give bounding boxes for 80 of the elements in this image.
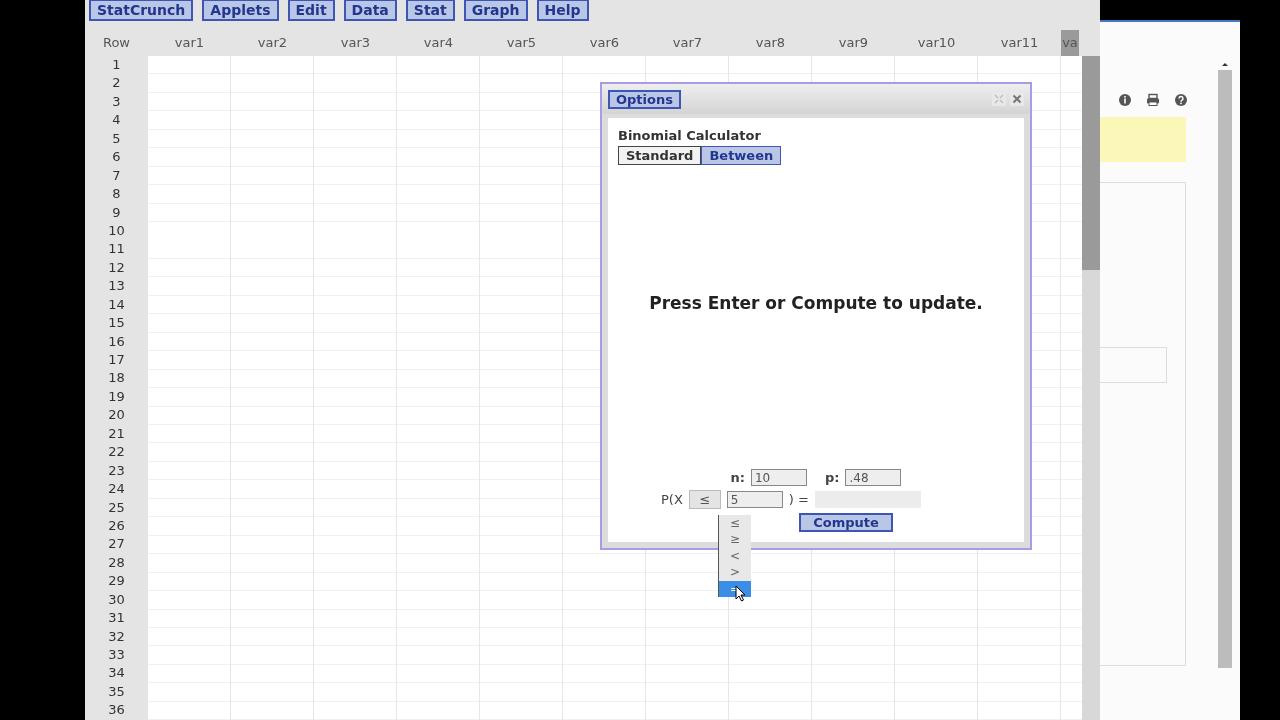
row-number: 35 xyxy=(107,682,126,701)
column-header: va xyxy=(1061,30,1079,56)
column-header: var9 xyxy=(837,34,870,52)
column-header: var3 xyxy=(339,34,372,52)
n-field[interactable]: 10 xyxy=(750,469,807,486)
row-number: 11 xyxy=(107,240,126,259)
row-number: 31 xyxy=(107,609,126,628)
column-header: var6 xyxy=(588,34,621,52)
row-number: 5 xyxy=(111,129,122,148)
column-header: var4 xyxy=(422,34,455,52)
p-label: p: xyxy=(824,470,840,485)
menu-button[interactable]: Graph xyxy=(463,0,528,21)
row-number: 33 xyxy=(107,646,126,664)
row-number: 1 xyxy=(111,56,122,74)
row-number: 29 xyxy=(107,572,126,591)
menu-button[interactable]: Data xyxy=(343,0,397,21)
column-header: var1 xyxy=(173,34,206,52)
operator-option[interactable]: < xyxy=(719,547,751,565)
row-number: 27 xyxy=(107,535,126,554)
row-number: 12 xyxy=(107,258,126,277)
row-number: 2 xyxy=(111,74,122,93)
operator-option[interactable]: ≤ xyxy=(719,515,751,532)
row-number: 28 xyxy=(107,553,126,572)
equals-label: ) = xyxy=(788,492,809,507)
compute-button[interactable]: Compute xyxy=(799,513,893,532)
row-number: 6 xyxy=(111,148,122,167)
row-number: 15 xyxy=(107,314,126,333)
row-number: 23 xyxy=(107,461,126,480)
info-icon[interactable] xyxy=(1118,93,1132,107)
column-header: var8 xyxy=(754,34,787,52)
row-number: 21 xyxy=(107,424,126,443)
print-icon[interactable] xyxy=(1146,93,1160,107)
row-number: 13 xyxy=(107,277,126,296)
menu-button[interactable]: Edit xyxy=(287,0,335,21)
calculator-heading: Binomial Calculator xyxy=(618,128,762,143)
probability-label: P(X xyxy=(661,492,683,507)
help-icon[interactable] xyxy=(1174,93,1188,107)
row-number: 17 xyxy=(107,351,126,369)
row-number: 34 xyxy=(107,664,126,683)
column-header: Row xyxy=(101,34,131,52)
column-header: var10 xyxy=(916,34,957,52)
row-number: 19 xyxy=(107,387,126,406)
scrollbar[interactable] xyxy=(1082,56,1100,720)
column-header: var2 xyxy=(256,34,289,52)
mode-tab[interactable]: Between xyxy=(701,146,782,165)
column-header: var11 xyxy=(999,34,1040,52)
row-number: 14 xyxy=(107,295,126,314)
operator-option[interactable]: ≥ xyxy=(719,531,751,548)
n-label: n: xyxy=(730,470,745,485)
mode-tab[interactable]: Standard xyxy=(618,146,702,165)
operator-select[interactable]: ≤ xyxy=(688,490,721,509)
dialog-title: Options xyxy=(608,89,681,109)
menu-button[interactable]: Help xyxy=(536,0,589,21)
row-number: 3 xyxy=(111,92,122,111)
row-number: 8 xyxy=(111,185,122,204)
operator-option[interactable]: > xyxy=(719,564,751,581)
column-header: var7 xyxy=(671,34,704,52)
p-field[interactable]: .48 xyxy=(845,469,902,486)
menu-button[interactable]: Stat xyxy=(405,0,455,21)
row-number: 32 xyxy=(107,627,126,646)
row-number: 10 xyxy=(107,221,126,240)
row-number: 18 xyxy=(107,369,126,388)
row-number: 9 xyxy=(111,203,122,222)
menu-button[interactable]: StatCrunch xyxy=(89,0,194,21)
row-number: 24 xyxy=(107,480,126,499)
row-number: 25 xyxy=(107,498,126,517)
row-number: 36 xyxy=(107,701,126,720)
menu-button[interactable]: Applets xyxy=(202,0,279,21)
row-number: 4 xyxy=(111,111,122,130)
row-number: 16 xyxy=(107,332,126,351)
row-number: 22 xyxy=(107,443,126,462)
row-number: 20 xyxy=(107,406,126,425)
close-icon[interactable] xyxy=(1010,92,1024,106)
row-number: 26 xyxy=(107,516,126,535)
x-field[interactable]: 5 xyxy=(726,491,783,508)
column-header: var5 xyxy=(505,34,538,52)
row-number: 30 xyxy=(107,590,126,609)
input-box[interactable] xyxy=(1100,347,1167,383)
row-number: 7 xyxy=(111,166,122,185)
update-message: Press Enter or Compute to update. xyxy=(648,293,984,313)
